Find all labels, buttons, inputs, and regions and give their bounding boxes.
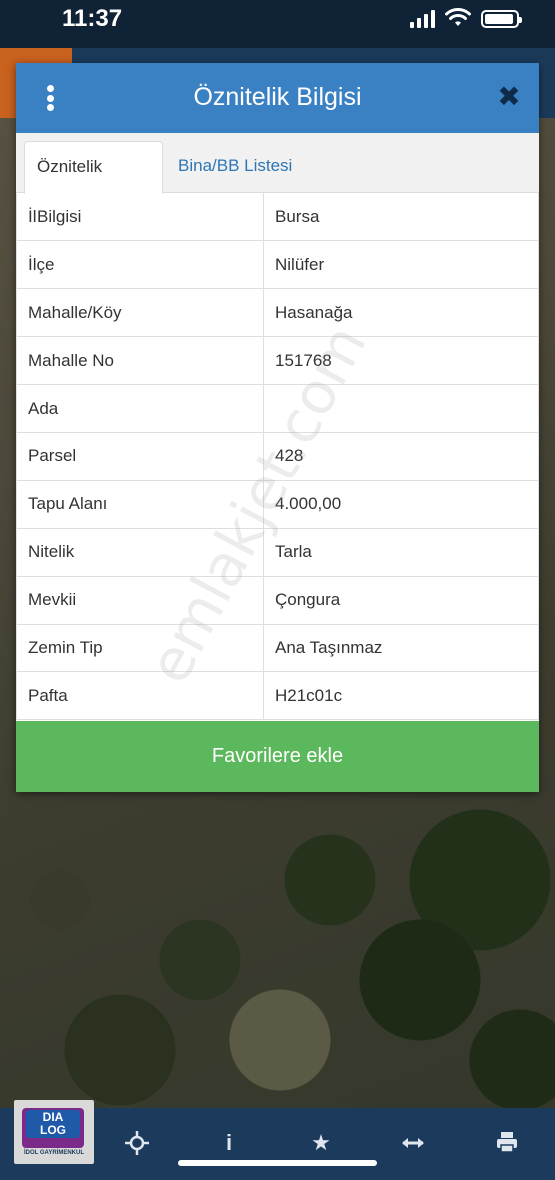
attribute-value: Çongura (263, 575, 539, 625)
close-icon[interactable]: ✖ (497, 83, 521, 111)
attribute-key: Pafta (16, 671, 264, 721)
tab-building-list[interactable]: Bina/BB Listesi (166, 141, 304, 194)
company-logo: DIA LOG İDOL GAYRİMENKUL (14, 1100, 94, 1164)
home-indicator[interactable] (178, 1160, 377, 1166)
logo-subtitle: İDOL GAYRİMENKUL (23, 1150, 84, 1156)
attribute-key: Parsel (16, 431, 264, 481)
table-row: Pafta H21c01c (16, 671, 539, 721)
status-icons (410, 8, 522, 28)
attribute-value: 151768 (263, 336, 539, 386)
table-row: Nitelik Tarla (16, 527, 539, 577)
attribute-table: İl Bursa İlçe Nilüfer Mahalle/Köy Hasanağa Mah… (16, 193, 539, 721)
star-icon[interactable]: ★ (308, 1130, 334, 1156)
status-time: 11:37 (62, 5, 123, 32)
tab-bar: Öznitelik Bilgisi Bina/BB Listesi (16, 133, 539, 226)
attribute-key: Ada (16, 384, 264, 433)
info-icon[interactable]: i (216, 1130, 242, 1156)
cellular-signal-icon (410, 10, 435, 28)
table-row: İlçe Nilüfer (16, 240, 539, 290)
table-row: Mevkii Çongura (16, 575, 539, 625)
attribute-value: Ana Taşınmaz (263, 623, 539, 673)
attribute-value: Hasanağa (263, 288, 539, 338)
attribute-key: Zemin Tip (16, 623, 264, 673)
attribute-value: Bursa (263, 193, 539, 242)
status-bar: 11:37 (0, 0, 555, 40)
wifi-icon (445, 8, 471, 26)
attribute-value: Nilüfer (263, 240, 539, 290)
attribute-key: Tapu Alanı (16, 479, 264, 529)
table-row: Mahalle/Köy Hasanağa (16, 288, 539, 338)
attribute-value: 428 (263, 431, 539, 481)
measure-icon[interactable] (400, 1130, 426, 1156)
attribute-key: Mahalle/Köy (16, 288, 264, 338)
table-row: Tapu Alanı 4.000,00 (16, 479, 539, 529)
attribute-key: Mahalle No (16, 336, 264, 386)
attribute-value: 4.000,00 (263, 479, 539, 529)
print-icon[interactable] (494, 1130, 520, 1156)
crosshair-icon[interactable] (124, 1130, 150, 1156)
attribute-key: Nitelik (16, 527, 264, 577)
attribute-value: H21c01c (263, 671, 539, 721)
tab-attribute-info[interactable]: Öznitelik Bilgisi (24, 141, 163, 226)
table-row: Zemin Tip Ana Taşınmaz (16, 623, 539, 673)
dialog-header: Öznitelik Bilgisi ✖ (16, 63, 539, 133)
table-row: Mahalle No 151768 (16, 336, 539, 386)
battery-icon (481, 10, 522, 28)
attribute-value (263, 384, 539, 433)
attribute-value: Tarla (263, 527, 539, 577)
table-row: İl Bursa (16, 193, 539, 242)
attribute-key: İlçe (16, 240, 264, 290)
attribute-key: Mevkii (16, 575, 264, 625)
dialog-title: Öznitelik Bilgisi (193, 83, 362, 111)
table-row: Ada (16, 384, 539, 433)
add-to-favorites-button[interactable]: Favorilere ekle (16, 721, 539, 792)
table-row: Parsel 428 (16, 431, 539, 481)
attribute-dialog: Öznitelik Bilgisi ✖ Öznitelik Bilgisi Bi… (16, 63, 539, 792)
logo-text-line-2: LOG (40, 1123, 66, 1137)
bottom-toolbar: DIA LOG İDOL GAYRİMENKUL i ★ (0, 1100, 555, 1180)
